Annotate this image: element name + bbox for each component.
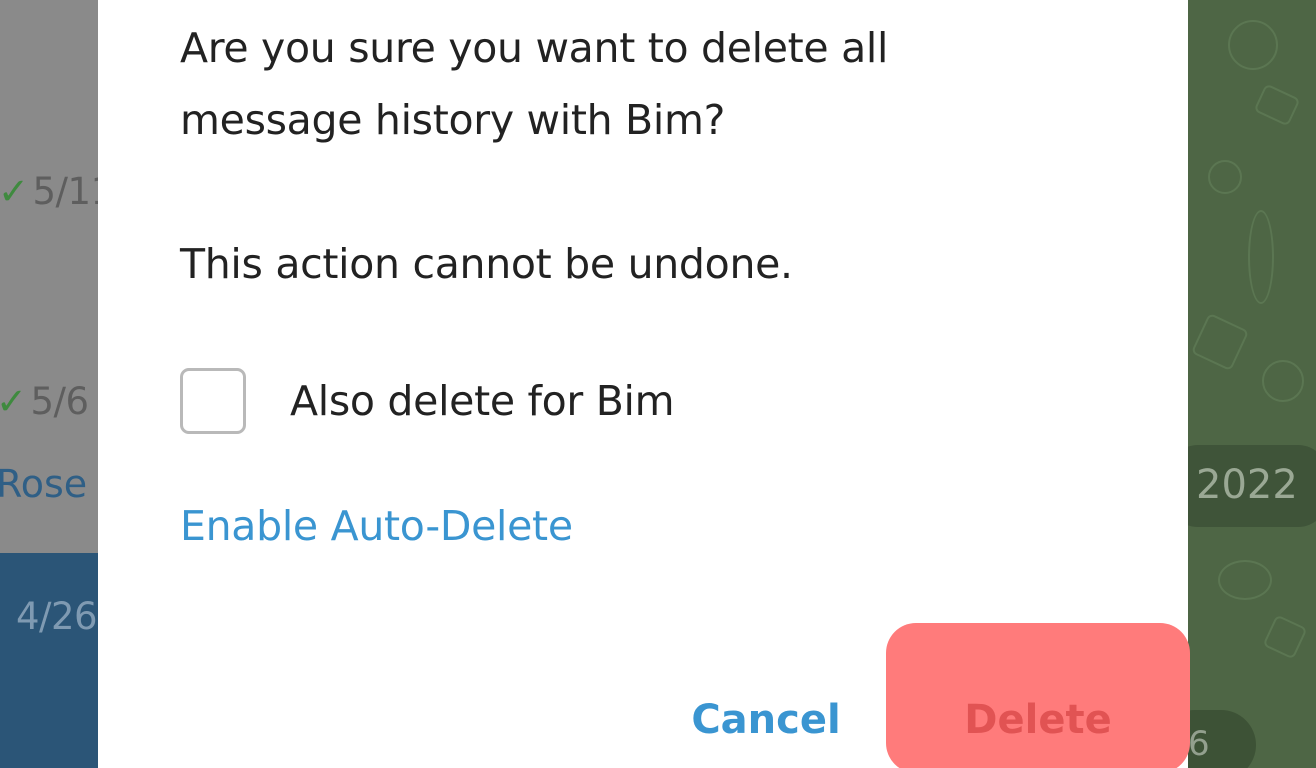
doodle-pattern [1228,20,1278,70]
date-separator: 2022 [1168,445,1316,527]
enable-auto-delete-link[interactable]: Enable Auto-Delete [180,502,573,550]
dialog-message: Are you sure you want to delete all mess… [180,24,889,144]
doodle-pattern [1262,614,1308,660]
chat-list: ✓5/11 ✓5/6 Rose 4/26 [0,0,98,768]
doodle-pattern [1262,360,1304,402]
also-delete-checkbox-row[interactable]: Also delete for Bim [180,364,675,438]
chat-list-item-time: ✓5/11 [0,170,98,213]
doodle-pattern [1248,210,1274,304]
doodle-pattern [1208,160,1242,194]
date-separator-text: 2022 [1196,462,1298,508]
chat-background [1188,0,1316,768]
also-delete-checkbox[interactable] [180,368,246,434]
delete-button[interactable]: Delete [886,623,1190,768]
chat-list-item-time: ✓ 5/6 [0,380,89,423]
doodle-pattern [1253,83,1301,127]
check-icon: ✓ [0,170,29,213]
doodle-pattern [1190,312,1250,372]
chat-list-item-time: 4/26 [16,595,98,638]
dialog-warning: This action cannot be undone. [180,240,793,288]
chat-list-item-selected[interactable]: 4/26 [0,553,98,768]
app-window: ✓5/11 ✓5/6 Rose 4/26 2022 6 Are you sure… [0,0,1316,768]
chat-list-item-name[interactable]: Rose [0,462,87,506]
also-delete-checkbox-label[interactable]: Also delete for Bim [290,377,675,425]
cancel-button[interactable]: Cancel [666,680,866,760]
check-icon: ✓ [0,380,27,423]
doodle-pattern [1218,560,1272,600]
unread-badge-count: 6 [1188,724,1210,764]
